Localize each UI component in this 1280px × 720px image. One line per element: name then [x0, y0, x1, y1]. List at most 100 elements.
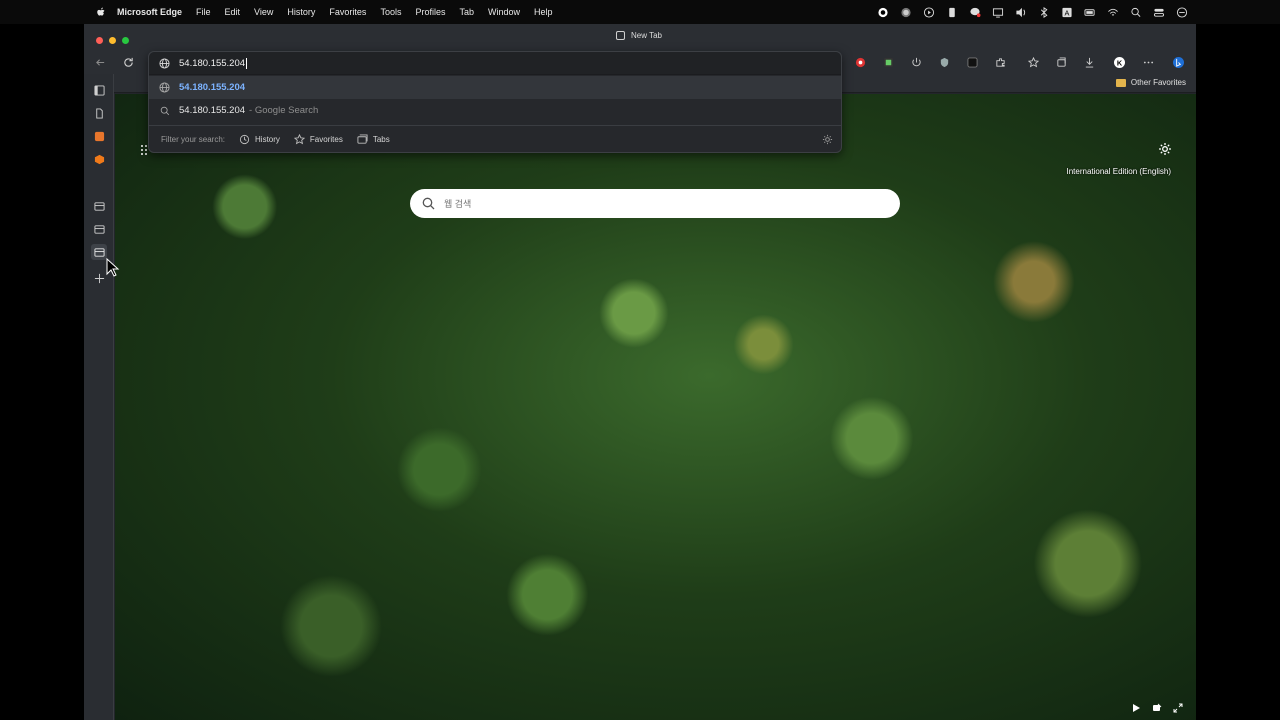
window-controls: [96, 37, 129, 44]
tabs-icon: [357, 134, 368, 144]
menu-edit[interactable]: Edit: [225, 7, 241, 17]
bluetooth-icon[interactable]: [1038, 6, 1050, 18]
power-icon[interactable]: [908, 54, 924, 70]
refresh-icon: [123, 57, 133, 67]
search-settings-gear-icon[interactable]: [822, 134, 833, 145]
refresh-button[interactable]: [120, 54, 136, 70]
star-icon: [293, 134, 305, 145]
suggestion-search[interactable]: 54.180.155.204 - Google Search: [149, 99, 841, 122]
extensions-puzzle-icon[interactable]: [992, 54, 1008, 70]
menu-window[interactable]: Window: [488, 7, 520, 17]
play-video-icon[interactable]: [1130, 702, 1142, 714]
page-tab-icon[interactable]: [91, 105, 107, 121]
apple-icon[interactable]: [96, 7, 106, 18]
web-search-box[interactable]: [410, 189, 900, 218]
mouse-pointer-icon: [106, 258, 120, 277]
text-caret: [246, 57, 248, 69]
svg-text:A: A: [1065, 8, 1070, 17]
siri-icon[interactable]: [1176, 6, 1188, 18]
control-center-icon[interactable]: [1153, 7, 1165, 17]
filter-tabs-button[interactable]: Tabs: [357, 134, 390, 145]
tab-actions-icon[interactable]: [91, 82, 107, 98]
extension-green-icon[interactable]: [880, 54, 896, 70]
globe-icon: [159, 57, 170, 69]
download-icon[interactable]: [1081, 54, 1097, 70]
menu-help[interactable]: Help: [534, 7, 553, 17]
document-icon[interactable]: [946, 7, 958, 17]
search-filter-row: Filter your search: History Favorites Ta…: [149, 125, 841, 153]
page-settings-gear-icon[interactable]: [1158, 142, 1172, 156]
suggestion-search-text: 54.180.155.204: [179, 105, 246, 116]
copilot-icon[interactable]: [1170, 54, 1186, 70]
filter-favorites-button[interactable]: Favorites: [293, 134, 343, 145]
macos-menubar: Microsoft Edge File Edit View History Fa…: [0, 0, 1280, 24]
menu-history[interactable]: History: [287, 7, 315, 17]
extension-red-icon[interactable]: [852, 54, 868, 70]
suggestion-search-engine: - Google Search: [249, 105, 319, 116]
expand-icon[interactable]: [1172, 702, 1184, 714]
orange-app-tab-icon[interactable]: [91, 128, 107, 144]
volume-icon[interactable]: [1015, 7, 1027, 17]
menu-profiles[interactable]: Profiles: [415, 7, 445, 17]
edition-label[interactable]: International Edition (English): [1066, 167, 1171, 176]
minimize-window-button[interactable]: [109, 37, 116, 44]
collections-icon[interactable]: [1053, 54, 1069, 70]
globe-icon: [159, 82, 170, 93]
background-controls: [1130, 702, 1184, 714]
tab-title-label: New Tab: [631, 31, 662, 40]
menu-tools[interactable]: Tools: [380, 7, 401, 17]
display-icon[interactable]: [992, 7, 1004, 18]
background-edit-icon[interactable]: [1151, 702, 1163, 714]
filter-label: Filter your search:: [161, 135, 226, 144]
newtab-tab-icon-1[interactable]: [91, 198, 107, 214]
menu-favorites[interactable]: Favorites: [329, 7, 366, 17]
orange-cube-tab-icon[interactable]: [91, 151, 107, 167]
search-icon: [159, 105, 170, 116]
menu-view[interactable]: View: [254, 7, 273, 17]
wifi-icon[interactable]: [1107, 7, 1119, 17]
zoom-window-button[interactable]: [122, 37, 129, 44]
other-favorites-label: Other Favorites: [1130, 78, 1186, 87]
vertical-tabs-sidebar: [84, 74, 114, 720]
messages-icon[interactable]: [969, 7, 981, 17]
filter-history-button[interactable]: History: [239, 134, 280, 145]
folder-icon: [1115, 78, 1126, 87]
title-bar: New Tab: [84, 24, 1196, 50]
extension-dark-icon[interactable]: [964, 54, 980, 70]
newtab-tab-icon-2[interactable]: [91, 221, 107, 237]
web-search-input[interactable]: [444, 198, 864, 209]
history-icon: [239, 134, 250, 145]
spotlight-search-icon[interactable]: [1130, 7, 1142, 17]
favorites-star-icon[interactable]: [1025, 54, 1041, 70]
address-bar[interactable]: 54.180.155.204: [149, 52, 841, 75]
filter-tabs-label: Tabs: [372, 135, 390, 144]
menu-tab[interactable]: Tab: [459, 7, 474, 17]
filter-history-label: History: [255, 135, 280, 144]
tab-page-icon: [616, 31, 625, 40]
other-favorites-folder[interactable]: Other Favorites: [1115, 78, 1186, 87]
arrow-left-icon: [95, 58, 104, 66]
filter-favorites-label: Favorites: [309, 135, 343, 144]
suggestion-url[interactable]: 54.180.155.204: [149, 76, 841, 99]
back-button[interactable]: [92, 54, 108, 70]
address-bar-dropdown: 54.180.155.204 54.180.155.204 54.180.155…: [148, 51, 842, 153]
record-icon[interactable]: [877, 7, 889, 17]
new-tab-plus-icon[interactable]: [91, 270, 107, 286]
close-window-button[interactable]: [96, 37, 103, 44]
newtab-tab-icon-active[interactable]: [91, 244, 107, 260]
menu-file[interactable]: File: [196, 7, 211, 17]
keyboard-input-icon[interactable]: A: [1061, 7, 1073, 17]
play-circle-icon[interactable]: [923, 6, 935, 18]
battery-icon[interactable]: [1084, 7, 1096, 17]
profile-avatar-icon[interactable]: K: [1111, 54, 1127, 70]
shield-icon[interactable]: [936, 54, 952, 70]
search-icon: [422, 197, 435, 210]
more-options-icon[interactable]: [1140, 54, 1156, 70]
address-bar-value[interactable]: 54.180.155.204: [179, 58, 245, 69]
menu-app-name[interactable]: Microsoft Edge: [117, 7, 182, 17]
status-area: A: [877, 0, 1188, 24]
screen-record-icon[interactable]: [900, 7, 912, 17]
active-tab-title[interactable]: New Tab: [616, 31, 662, 40]
suggestion-url-text: 54.180.155.204: [179, 82, 246, 93]
svg-text:K: K: [1116, 58, 1122, 67]
